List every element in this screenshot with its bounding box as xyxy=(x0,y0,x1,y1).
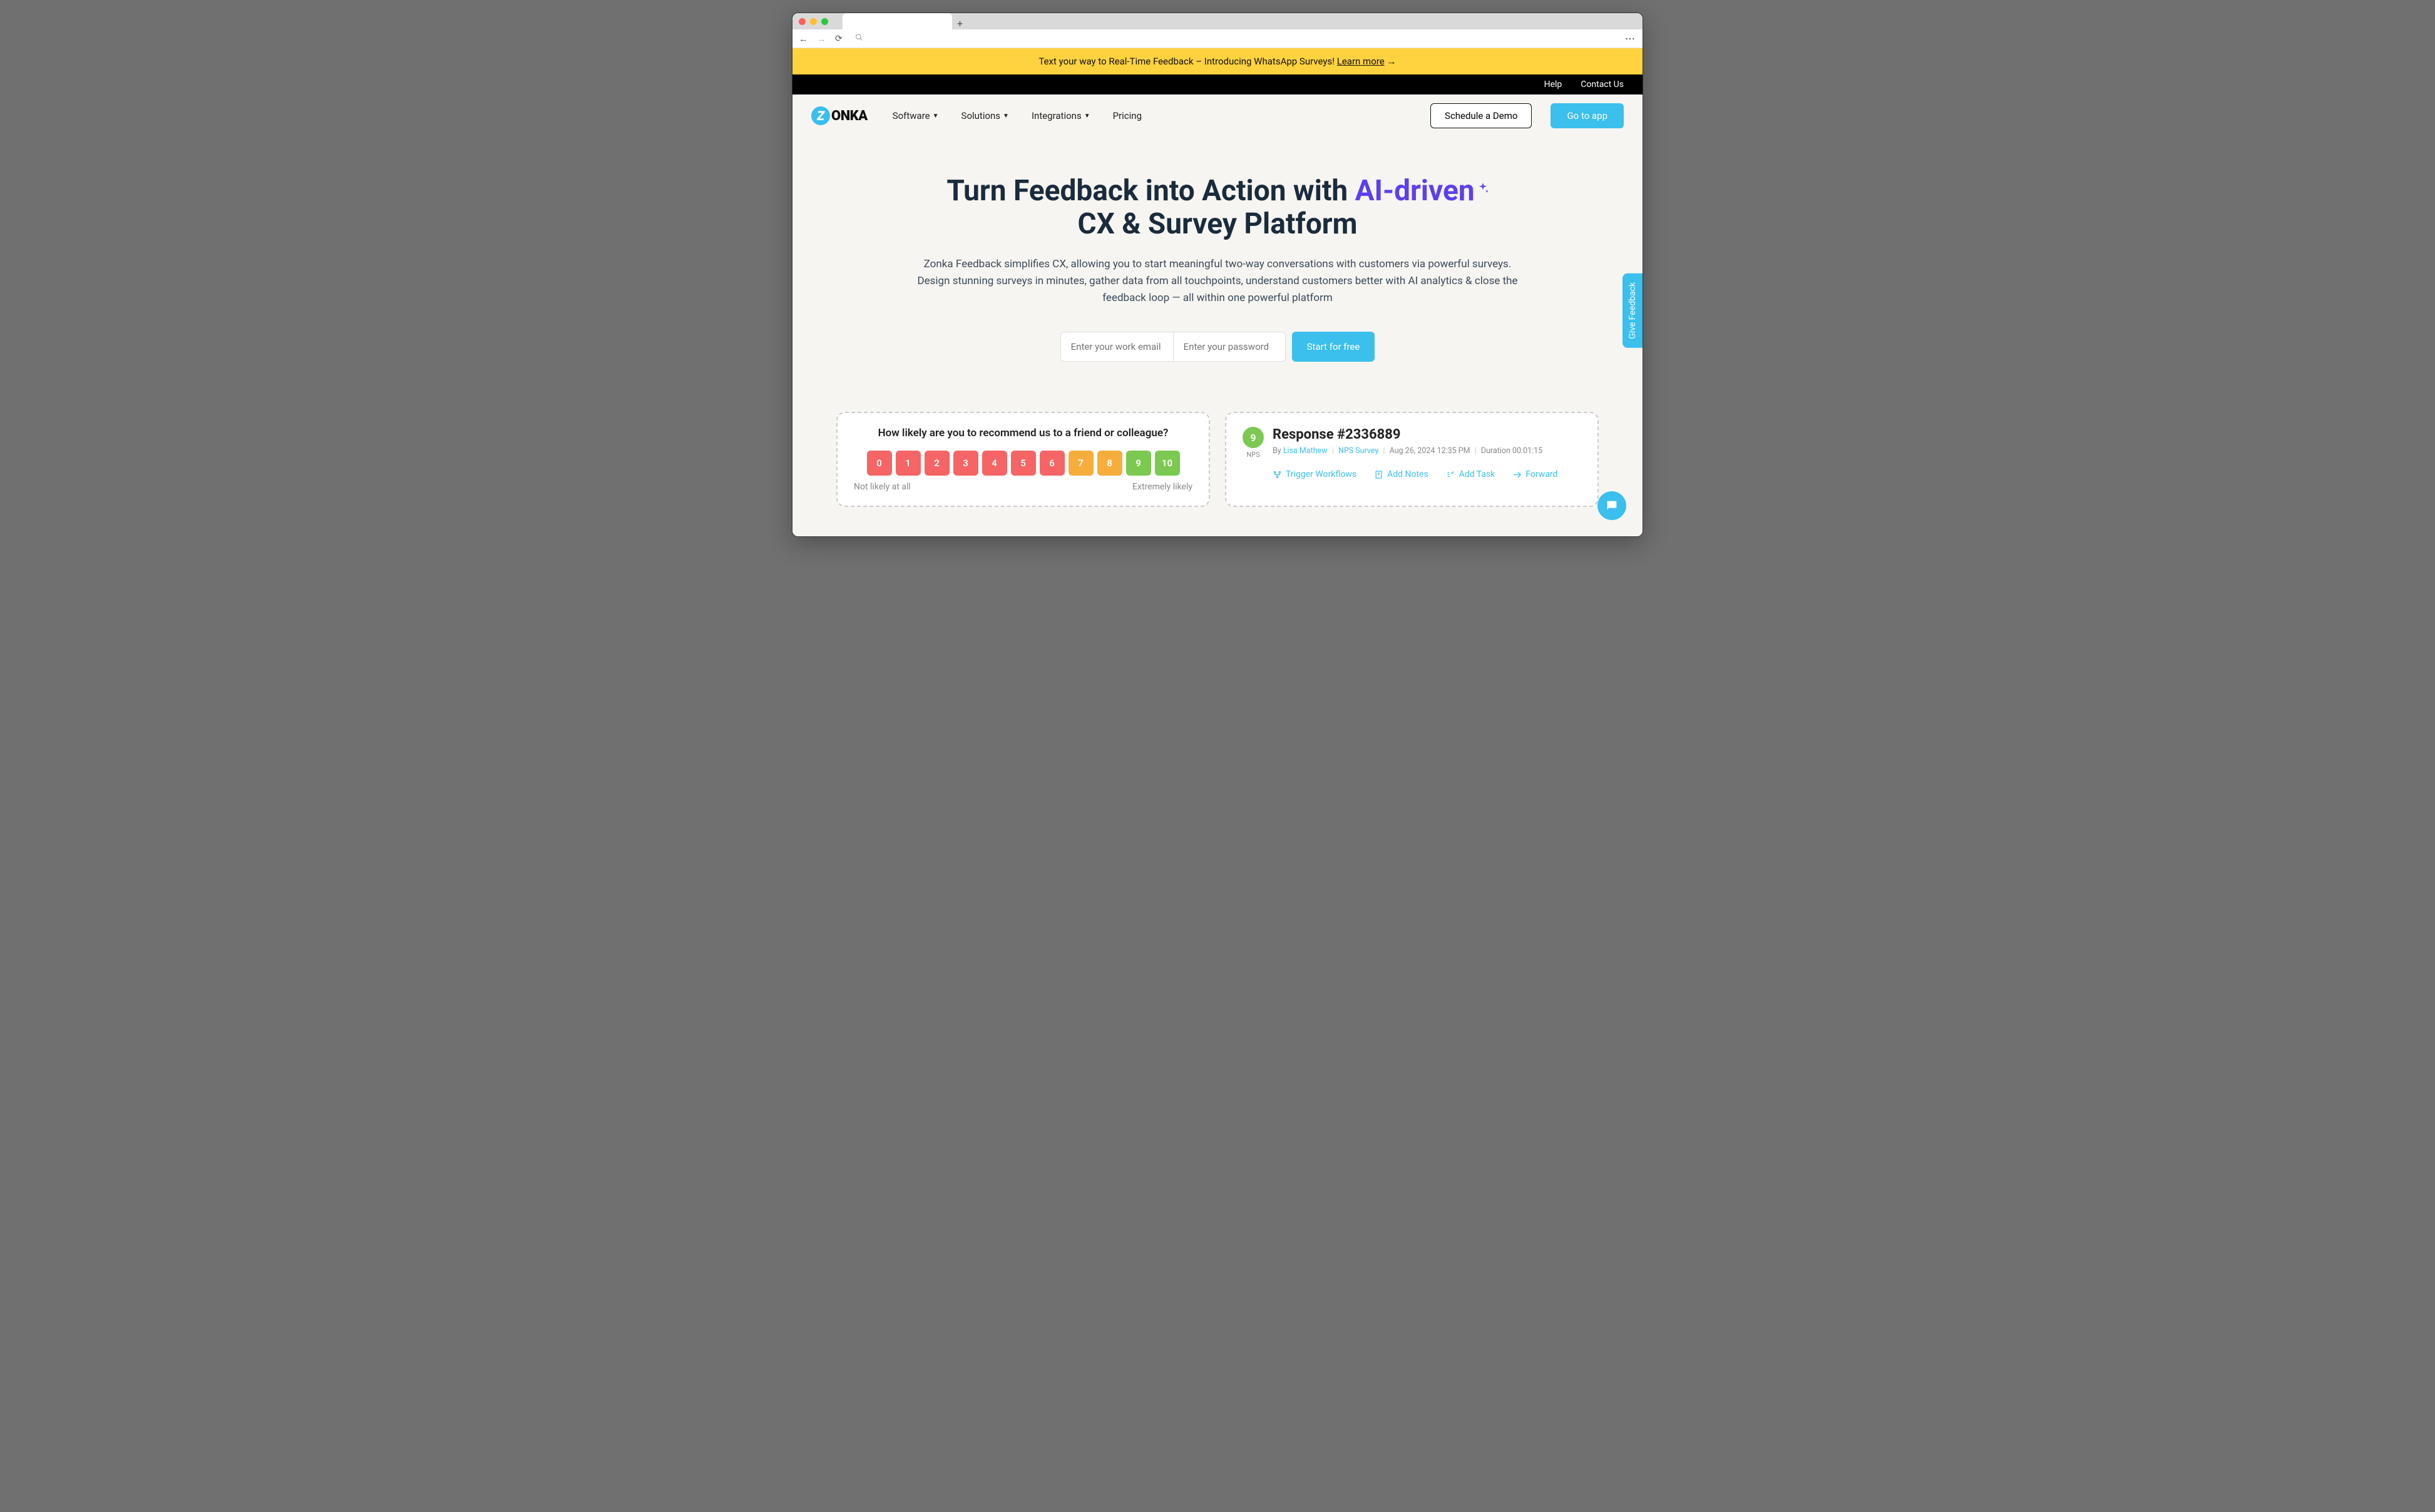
nav-label: Integrations xyxy=(1032,110,1082,121)
nps-labels: Not likely at all Extremely likely xyxy=(854,482,1192,492)
workflow-icon xyxy=(1273,470,1282,479)
hero-title-pre: Turn Feedback into Action with xyxy=(946,174,1355,208)
browser-tab[interactable] xyxy=(843,13,952,31)
announcement-banner: Text your way to Real-Time Feedback – In… xyxy=(792,48,1643,74)
nps-label-high: Extremely likely xyxy=(1132,482,1192,492)
nav-links: Software▼ Solutions▼ Integrations▼ Prici… xyxy=(893,110,1142,121)
action-label: Add Task xyxy=(1459,469,1495,479)
window-close[interactable] xyxy=(799,18,806,25)
chat-icon xyxy=(1605,499,1619,513)
nav-label: Pricing xyxy=(1113,110,1142,121)
nps-score-0[interactable]: 0 xyxy=(867,451,892,476)
back-button[interactable]: ← xyxy=(799,33,808,44)
nav-pricing[interactable]: Pricing xyxy=(1113,110,1142,121)
chevron-down-icon: ▼ xyxy=(1084,113,1090,120)
nps-score-3[interactable]: 3 xyxy=(953,451,978,476)
response-actions: Trigger Workflows Add Notes Add Task xyxy=(1273,467,1557,479)
schedule-demo-button[interactable]: Schedule a Demo xyxy=(1430,103,1532,128)
forward-action[interactable]: Forward xyxy=(1512,469,1557,479)
signup-form: Start for free xyxy=(843,332,1592,362)
notes-icon xyxy=(1374,470,1383,479)
window-minimize[interactable] xyxy=(810,18,817,25)
sparkle-icon xyxy=(1476,170,1490,203)
action-label: Trigger Workflows xyxy=(1286,469,1356,479)
logo-mark: Z xyxy=(811,106,830,125)
chat-widget-button[interactable] xyxy=(1597,491,1626,520)
window-maximize[interactable] xyxy=(821,18,828,25)
give-feedback-tab[interactable]: Give Feedback xyxy=(1622,273,1643,348)
nav-solutions[interactable]: Solutions▼ xyxy=(961,110,1009,121)
response-survey[interactable]: NPS Survey xyxy=(1338,446,1378,456)
chevron-down-icon: ▼ xyxy=(933,113,939,120)
nps-score-value: 9 xyxy=(1243,427,1264,448)
nps-score-1[interactable]: 1 xyxy=(896,451,921,476)
response-meta: By Lisa Mathew | NPS Survey | Aug 26, 20… xyxy=(1273,446,1557,456)
nav-label: Software xyxy=(893,110,930,121)
search-icon xyxy=(855,33,863,44)
nps-score-9[interactable]: 9 xyxy=(1126,451,1151,476)
logo-text: ONKA xyxy=(831,108,868,124)
top-bar: Help Contact Us xyxy=(792,74,1643,94)
nps-score-4[interactable]: 4 xyxy=(982,451,1007,476)
response-title: Response #2336889 xyxy=(1273,427,1557,442)
add-task-action[interactable]: Add Task xyxy=(1446,469,1495,479)
hero-title-ai: AI-driven xyxy=(1355,174,1475,208)
browser-more-button[interactable]: ⋯ xyxy=(1625,33,1636,44)
new-tab-button[interactable]: + xyxy=(957,18,963,29)
nps-score-2[interactable]: 2 xyxy=(925,451,950,476)
browser-window: + ← → ⟳ ⋯ Text your way to Real-Time Fee… xyxy=(792,13,1643,537)
nps-card: How likely are you to recommend us to a … xyxy=(836,412,1210,507)
add-notes-action[interactable]: Add Notes xyxy=(1374,469,1428,479)
task-icon xyxy=(1446,470,1455,479)
nps-score-8[interactable]: 8 xyxy=(1097,451,1122,476)
nps-score-badge: 9 NPS xyxy=(1243,427,1264,459)
nps-score-5[interactable]: 5 xyxy=(1011,451,1036,476)
response-duration: Duration 00:01:15 xyxy=(1481,446,1542,456)
banner-link[interactable]: Learn more xyxy=(1337,56,1385,67)
go-to-app-button[interactable]: Go to app xyxy=(1551,103,1624,128)
main-nav: Z ONKA Software▼ Solutions▼ Integrations… xyxy=(792,94,1643,137)
response-date: Aug 26, 2024 12:35 PM xyxy=(1390,446,1470,456)
trigger-workflows-action[interactable]: Trigger Workflows xyxy=(1273,469,1356,479)
banner-text: Text your way to Real-Time Feedback – In… xyxy=(1038,56,1336,67)
nav-software[interactable]: Software▼ xyxy=(893,110,939,121)
refresh-button[interactable]: ⟳ xyxy=(835,34,843,44)
logo[interactable]: Z ONKA xyxy=(811,106,868,125)
forward-button[interactable]: → xyxy=(817,33,826,44)
response-author[interactable]: Lisa Mathew xyxy=(1283,446,1328,456)
nps-score-label: NPS xyxy=(1243,451,1264,459)
email-input[interactable] xyxy=(1060,332,1173,362)
start-free-button[interactable]: Start for free xyxy=(1292,332,1375,362)
page-content: Text your way to Real-Time Feedback – In… xyxy=(792,48,1643,536)
hero-title-post: CX & Survey Platform xyxy=(1077,207,1357,241)
nav-label: Solutions xyxy=(961,110,1001,121)
cards-row: How likely are you to recommend us to a … xyxy=(792,381,1643,507)
by-label: By xyxy=(1273,446,1283,456)
nps-score-10[interactable]: 10 xyxy=(1155,451,1180,476)
nps-scale: 012345678910 xyxy=(854,451,1192,476)
nps-score-6[interactable]: 6 xyxy=(1040,451,1065,476)
nps-score-7[interactable]: 7 xyxy=(1069,451,1094,476)
nps-question: How likely are you to recommend us to a … xyxy=(854,427,1192,439)
hero-subtitle: Zonka Feedback simplifies CX, allowing y… xyxy=(917,256,1518,307)
traffic-lights xyxy=(799,18,828,25)
address-bar: ← → ⟳ ⋯ xyxy=(792,29,1643,48)
hero-title: Turn Feedback into Action with AI-driven… xyxy=(843,175,1592,241)
action-label: Forward xyxy=(1525,469,1557,479)
help-link[interactable]: Help xyxy=(1544,79,1562,89)
forward-icon xyxy=(1512,470,1522,479)
chevron-down-icon: ▼ xyxy=(1003,113,1009,120)
contact-link[interactable]: Contact Us xyxy=(1581,79,1624,89)
hero: Turn Feedback into Action with AI-driven… xyxy=(792,137,1643,381)
password-input[interactable] xyxy=(1173,332,1286,362)
nps-label-low: Not likely at all xyxy=(854,482,911,492)
response-card: 9 NPS Response #2336889 By Lisa Mathew |… xyxy=(1225,412,1599,507)
action-label: Add Notes xyxy=(1387,469,1428,479)
nav-integrations[interactable]: Integrations▼ xyxy=(1032,110,1090,121)
arrow-icon: → xyxy=(1387,56,1397,67)
